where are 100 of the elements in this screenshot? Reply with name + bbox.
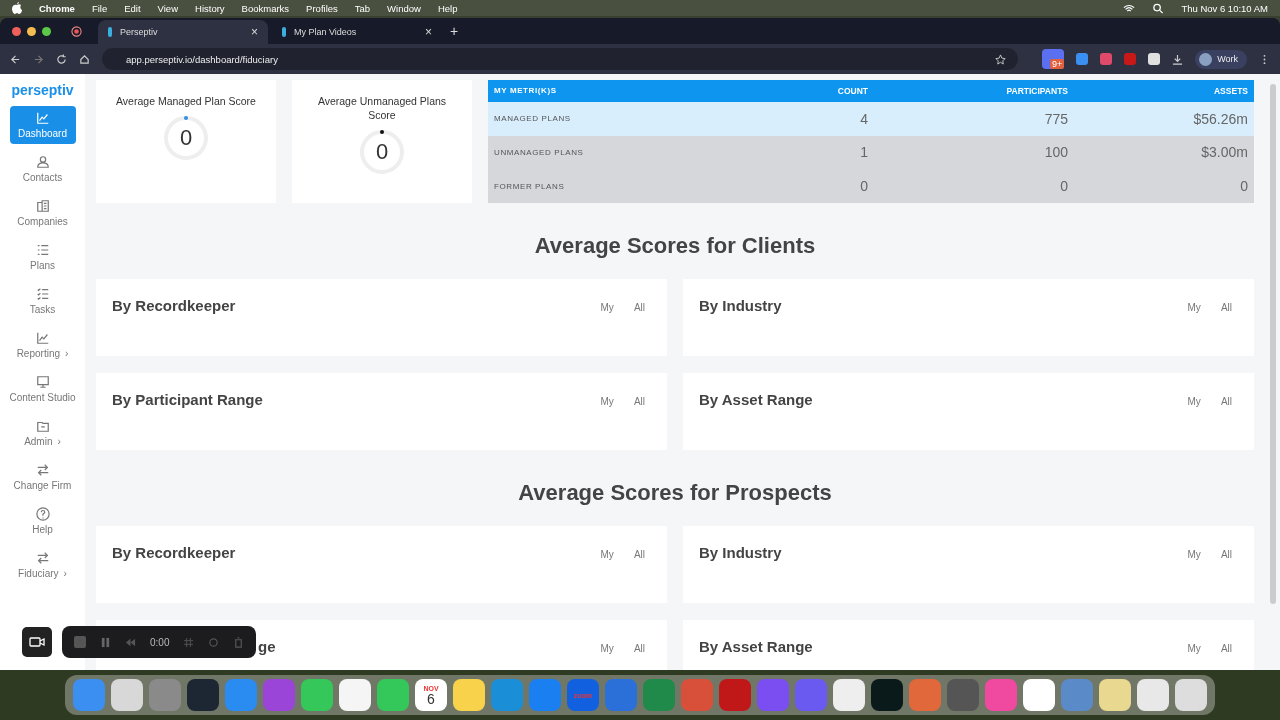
window-controls[interactable] bbox=[12, 26, 51, 36]
dock-app-icon[interactable] bbox=[339, 679, 371, 711]
chart-icon bbox=[35, 331, 50, 345]
search-icon[interactable] bbox=[1152, 2, 1165, 14]
score-gauge: 0 bbox=[360, 130, 404, 174]
forward-icon[interactable] bbox=[33, 53, 44, 65]
extension-icon[interactable] bbox=[1076, 53, 1089, 65]
card-title: By Industry bbox=[699, 297, 782, 314]
filter-link[interactable]: All bbox=[633, 643, 645, 654]
filter-link[interactable]: All bbox=[1220, 643, 1232, 654]
card-title: By Asset Range bbox=[699, 638, 813, 655]
filter-link[interactable]: All bbox=[633, 302, 645, 313]
score-title: Average Unmanaged Plans Score bbox=[316, 94, 448, 122]
profile-button[interactable]: Work bbox=[1195, 49, 1247, 69]
card-title: By Asset Range bbox=[699, 391, 813, 408]
dock-app-icon[interactable] bbox=[1175, 679, 1207, 711]
dock-app-icon[interactable] bbox=[187, 679, 219, 711]
dock-app-icon[interactable] bbox=[301, 679, 333, 711]
filter-link[interactable]: My bbox=[600, 302, 614, 313]
nav-item[interactable]: Change Firm bbox=[9, 458, 76, 496]
dock-app-icon[interactable] bbox=[871, 679, 903, 711]
arrows-icon bbox=[35, 551, 50, 565]
trash-icon[interactable] bbox=[233, 636, 245, 648]
menu-item[interactable]: History bbox=[195, 2, 225, 14]
nav-item[interactable]: Plans bbox=[9, 238, 76, 276]
filter-link[interactable]: All bbox=[1220, 302, 1232, 313]
table-row[interactable]: MANAGED PLANS 4 775 $56.26m bbox=[488, 101, 1254, 136]
arrows-icon bbox=[35, 463, 50, 477]
dock-app-icon[interactable] bbox=[833, 679, 865, 711]
column-header: MY METRI(K)S bbox=[494, 86, 558, 96]
filter-link[interactable]: My bbox=[1187, 643, 1201, 654]
score-title: Average Managed Plan Score bbox=[115, 94, 257, 108]
scrollbar[interactable] bbox=[1270, 84, 1276, 604]
dock-app-icon[interactable] bbox=[377, 679, 409, 711]
help-icon bbox=[35, 507, 50, 521]
record-icon[interactable] bbox=[71, 25, 82, 37]
filter-link[interactable]: My bbox=[1187, 549, 1201, 560]
folder-icon bbox=[35, 419, 50, 433]
nav-item[interactable]: Reporting › bbox=[9, 326, 76, 364]
restart-icon[interactable] bbox=[208, 636, 220, 648]
nav-item[interactable]: Companies bbox=[9, 194, 76, 232]
dock-app-icon[interactable] bbox=[111, 679, 143, 711]
filter-link[interactable]: My bbox=[600, 643, 614, 654]
chart-icon bbox=[35, 111, 50, 125]
person-icon bbox=[35, 155, 50, 169]
pause-icon[interactable] bbox=[100, 636, 111, 648]
filter-link[interactable]: All bbox=[633, 396, 645, 407]
address-bar[interactable]: app.perseptiv.io/dashboard/fiduciary bbox=[102, 48, 1019, 70]
filter-link[interactable]: My bbox=[1187, 396, 1201, 407]
score-gauge: 0 bbox=[164, 116, 208, 160]
filter-link[interactable]: My bbox=[600, 549, 614, 560]
filter-link[interactable]: My bbox=[1187, 302, 1201, 313]
section-heading: Average Scores for Clients bbox=[533, 233, 817, 259]
browser-tab[interactable]: My Plan Videos × bbox=[272, 20, 442, 44]
extension-icon[interactable] bbox=[1148, 53, 1161, 65]
nav-item[interactable]: Contacts bbox=[9, 150, 76, 188]
card-title: By Recordkeeper bbox=[112, 544, 236, 561]
browser-tab[interactable]: Perseptiv × bbox=[98, 20, 268, 44]
menu-item[interactable]: Bookmarks bbox=[241, 2, 290, 14]
nav-item[interactable]: Dashboard bbox=[9, 106, 76, 144]
new-tab-button[interactable]: + bbox=[450, 23, 459, 39]
menu-item[interactable]: Edit bbox=[124, 2, 141, 14]
dock-app-icon[interactable] bbox=[453, 679, 485, 711]
reload-icon[interactable] bbox=[56, 53, 67, 65]
nav-item[interactable]: Tasks bbox=[9, 282, 76, 320]
menu-item[interactable]: File bbox=[91, 2, 108, 14]
filter-link[interactable]: All bbox=[1220, 549, 1232, 560]
nav-item[interactable]: Fiduciary › bbox=[9, 546, 76, 584]
logo[interactable]: perseptiv bbox=[11, 82, 74, 98]
nav-item[interactable]: Help bbox=[9, 502, 76, 540]
nav-item[interactable]: Admin › bbox=[9, 414, 76, 452]
dock-app-icon[interactable] bbox=[1099, 679, 1131, 711]
card-title: By Industry bbox=[699, 544, 782, 561]
menu-item[interactable]: Tab bbox=[354, 2, 371, 14]
menu-item[interactable]: View bbox=[157, 2, 178, 14]
card-title: By Recordkeeper bbox=[112, 297, 236, 314]
menu-item[interactable]: Profiles bbox=[306, 2, 338, 14]
nav-item[interactable]: Content Studio bbox=[9, 370, 76, 408]
card-title: ge bbox=[258, 638, 276, 655]
dock-app-icon[interactable] bbox=[1137, 679, 1169, 711]
filter-link[interactable]: My bbox=[600, 396, 614, 407]
recording-time: 0:00 bbox=[150, 636, 170, 648]
grid-icon[interactable] bbox=[183, 636, 195, 648]
wifi-icon[interactable] bbox=[1123, 2, 1136, 14]
dock-app-icon[interactable] bbox=[1023, 679, 1055, 711]
menu-item[interactable]: Window bbox=[387, 2, 421, 14]
menu-item[interactable]: Help bbox=[437, 2, 458, 14]
filter-link[interactable]: All bbox=[633, 549, 645, 560]
rewind-icon[interactable] bbox=[125, 636, 136, 648]
back-icon[interactable] bbox=[10, 53, 21, 65]
stop-button[interactable] bbox=[74, 636, 86, 648]
extension-icon[interactable]: 9+ bbox=[1042, 49, 1065, 69]
filter-link[interactable]: All bbox=[1220, 396, 1232, 407]
app-menu[interactable]: Chrome bbox=[39, 2, 75, 14]
clock[interactable]: Thu Nov 6 10:10 AM bbox=[1181, 2, 1268, 14]
download-icon[interactable] bbox=[1172, 53, 1184, 65]
apple-icon[interactable] bbox=[12, 2, 22, 14]
camera-button[interactable] bbox=[22, 627, 52, 657]
column-header: PARTICIPANTS bbox=[1005, 85, 1068, 96]
home-icon[interactable] bbox=[79, 53, 90, 65]
